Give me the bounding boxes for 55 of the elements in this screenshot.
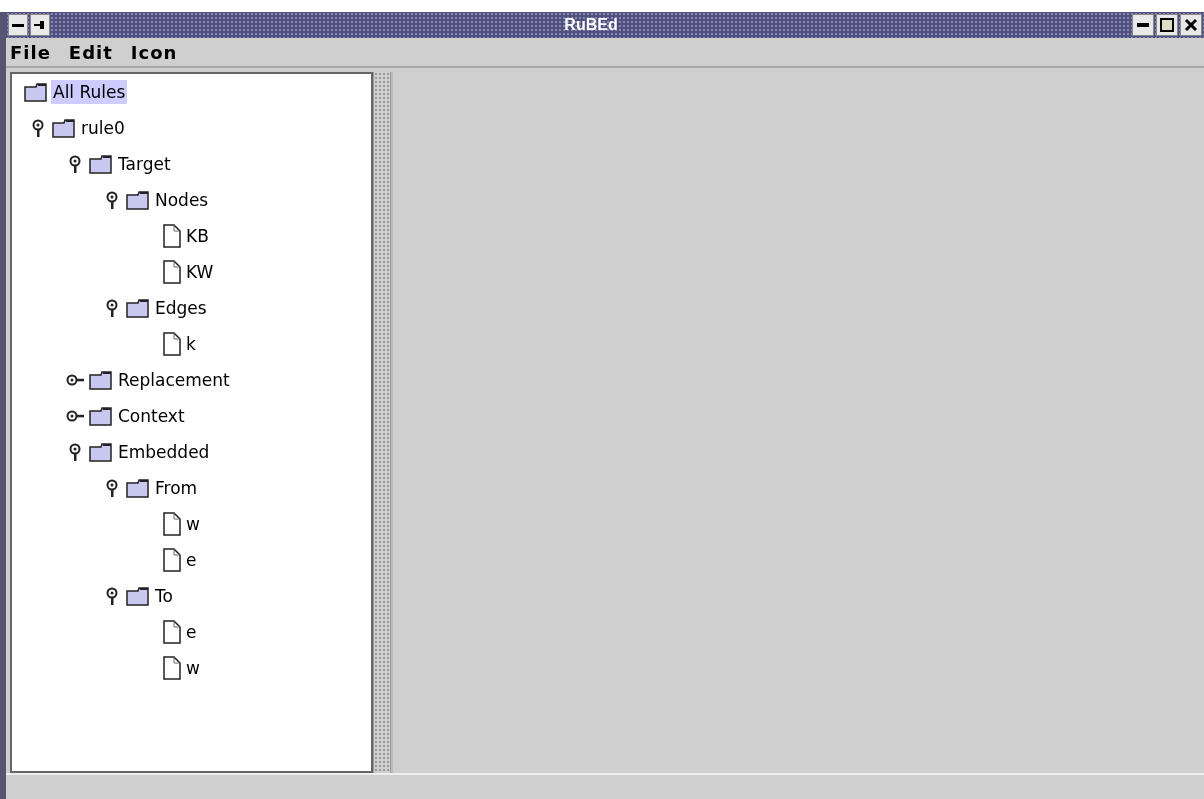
folder-icon <box>126 478 150 498</box>
folder-icon <box>89 406 113 426</box>
tree-item[interactable]: Replacement <box>116 368 232 392</box>
tree-item[interactable]: Embedded <box>116 440 212 464</box>
folder-icon <box>126 586 150 606</box>
tree-item[interactable]: To <box>153 584 175 608</box>
minimize-button[interactable] <box>1132 14 1154 36</box>
tree-item[interactable]: KW <box>184 260 216 284</box>
file-icon <box>163 512 181 536</box>
close-button[interactable] <box>1180 14 1202 36</box>
folder-icon <box>89 370 113 390</box>
expanded-toggle-icon[interactable] <box>106 191 118 209</box>
tree-item[interactable]: e <box>184 548 199 572</box>
window-title: RuBEd <box>564 15 618 35</box>
tree-item[interactable]: KB <box>184 224 211 248</box>
tree-item[interactable]: rule0 <box>79 116 127 140</box>
collapsed-toggle-icon[interactable] <box>66 410 84 422</box>
file-icon <box>163 548 181 572</box>
tree-item[interactable]: All Rules <box>51 80 128 104</box>
tree-item[interactable]: From <box>153 476 200 500</box>
folder-icon <box>24 82 48 102</box>
collapsed-toggle-icon[interactable] <box>66 374 84 386</box>
tree-item[interactable]: Context <box>116 404 187 428</box>
expanded-toggle-icon[interactable] <box>106 479 118 497</box>
menu-item[interactable]: Icon <box>130 38 178 66</box>
folder-icon <box>126 190 150 210</box>
close-icon <box>1184 18 1198 32</box>
maximize-button[interactable] <box>1156 14 1178 36</box>
tree-item[interactable]: w <box>184 656 202 680</box>
window-menu-button[interactable] <box>8 14 28 36</box>
expanded-toggle-icon[interactable] <box>32 119 44 137</box>
file-icon <box>163 332 181 356</box>
folder-icon <box>52 118 76 138</box>
tree-item[interactable]: Target <box>116 152 173 176</box>
expanded-toggle-icon[interactable] <box>106 299 118 317</box>
expanded-toggle-icon[interactable] <box>69 443 81 461</box>
splitter-handle[interactable] <box>373 72 391 773</box>
pin-icon <box>34 20 46 30</box>
folder-icon <box>89 154 113 174</box>
file-icon <box>163 656 181 680</box>
folder-icon <box>126 298 150 318</box>
tree-item[interactable]: Nodes <box>153 188 211 212</box>
expanded-toggle-icon[interactable] <box>106 587 118 605</box>
tree-item[interactable]: k <box>184 332 198 356</box>
file-icon <box>163 620 181 644</box>
tree-item[interactable]: w <box>184 512 202 536</box>
file-icon <box>163 224 181 248</box>
file-icon <box>163 260 181 284</box>
pin-button[interactable] <box>30 14 50 36</box>
folder-icon <box>89 442 113 462</box>
expanded-toggle-icon[interactable] <box>69 155 81 173</box>
menu-item[interactable]: File <box>10 38 51 66</box>
menu-item[interactable]: Edit <box>68 38 113 66</box>
tree-item[interactable]: e <box>184 620 199 644</box>
tree-item[interactable]: Edges <box>153 296 209 320</box>
